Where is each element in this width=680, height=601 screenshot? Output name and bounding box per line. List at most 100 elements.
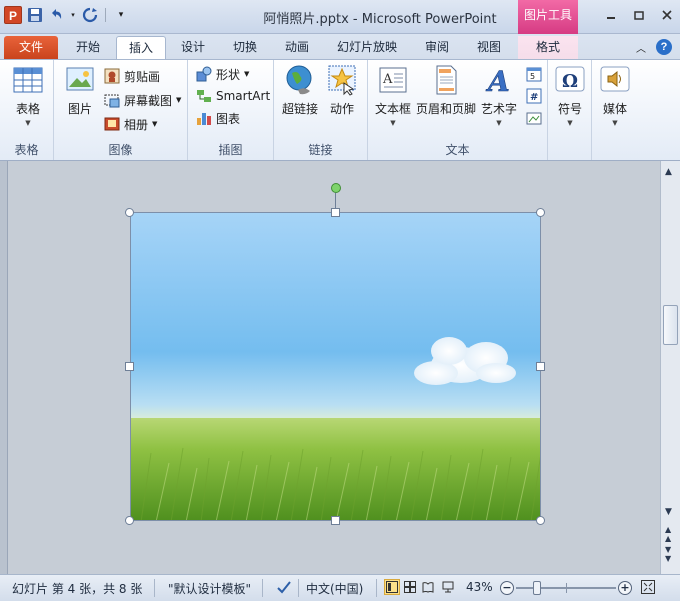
textbox-button[interactable]: A 文本框 ▼ — [372, 64, 414, 127]
smartart-button[interactable]: SmartArt — [196, 86, 270, 106]
status-separator — [262, 579, 263, 597]
tab-slideshow[interactable]: 幻灯片放映 — [328, 36, 406, 60]
shapes-button[interactable]: 形状 ▼ — [196, 64, 249, 84]
chart-button[interactable]: 图表 — [196, 108, 240, 128]
tab-design[interactable]: 设计 — [170, 36, 216, 60]
action-button[interactable]: 动作 — [324, 64, 360, 117]
resize-handle-bottom-right[interactable] — [536, 516, 545, 525]
date-time-icon[interactable]: 5 — [526, 66, 542, 82]
picture-button-label: 图片 — [67, 102, 92, 116]
language-indicator[interactable]: 中文(中国) — [306, 580, 363, 597]
meadow-sky-photo — [131, 213, 540, 520]
dropdown-arrow-icon: ▼ — [567, 119, 573, 127]
zoom-slider-midpoint — [566, 583, 567, 593]
tab-insert[interactable]: 插入 — [116, 36, 166, 60]
screenshot-icon — [104, 92, 120, 108]
shapes-label: 形状 — [216, 67, 241, 82]
spelling-check-icon[interactable] — [276, 579, 292, 595]
media-button[interactable]: 媒体 ▼ — [596, 64, 634, 127]
zoom-level[interactable]: 43% — [466, 580, 493, 594]
hyperlink-label: 超链接 — [281, 102, 318, 116]
action-star-icon — [326, 64, 358, 96]
clipart-button[interactable]: 剪贴画 — [104, 66, 160, 86]
scrollbar-thumb[interactable] — [663, 305, 678, 345]
help-icon[interactable]: ? — [656, 39, 672, 55]
dropdown-arrow-icon: ▼ — [152, 120, 158, 128]
screenshot-label: 屏幕截图 — [124, 93, 173, 108]
svg-text:A: A — [485, 65, 510, 96]
omega-symbol-icon: Ω — [554, 64, 586, 96]
minimize-icon[interactable] — [604, 8, 618, 22]
svg-text:5: 5 — [530, 72, 535, 81]
vertical-scrollbar[interactable]: ▲ ▼ ▲ ▲ ▼ ▼ — [660, 161, 680, 574]
tab-format[interactable]: 格式 — [518, 36, 578, 60]
table-button[interactable]: 表格 ▼ — [10, 64, 46, 127]
slide-counter: 幻灯片 第 4 张，共 8 张 — [12, 582, 143, 596]
textbox-icon: A — [377, 64, 409, 96]
hyperlink-globe-icon — [284, 64, 316, 96]
reading-view-icon[interactable] — [420, 579, 436, 595]
object-icon[interactable] — [526, 110, 542, 126]
wordart-label: 艺术字 — [480, 102, 517, 116]
tab-review[interactable]: 审阅 — [414, 36, 460, 60]
resize-handle-top-right[interactable] — [536, 208, 545, 217]
dropdown-arrow-icon: ▼ — [612, 119, 618, 127]
scroll-down-icon[interactable]: ▼ — [665, 507, 672, 517]
wordart-button[interactable]: A 艺术字 ▼ — [478, 64, 520, 127]
previous-slide-icon[interactable]: ▲ ▲ — [665, 525, 671, 543]
chart-label: 图表 — [216, 111, 241, 126]
smartart-label: SmartArt — [216, 89, 271, 103]
resize-handle-bottom-left[interactable] — [125, 516, 134, 525]
normal-view-icon[interactable] — [384, 579, 400, 595]
dropdown-arrow-icon: ▼ — [25, 119, 31, 127]
zoom-in-button[interactable]: + — [618, 581, 632, 595]
shapes-icon — [196, 66, 212, 82]
rotate-handle[interactable] — [331, 183, 341, 193]
group-tables: 表格 ▼ 表格 — [0, 60, 54, 160]
thumbnail-pane-edge[interactable] — [0, 161, 8, 574]
status-separator — [298, 579, 299, 597]
resize-handle-bottom[interactable] — [331, 516, 340, 525]
hyperlink-button[interactable]: 超链接 — [278, 64, 322, 117]
scroll-up-icon[interactable]: ▲ — [665, 167, 672, 177]
resize-handle-top[interactable] — [331, 208, 340, 217]
svg-text:Ω: Ω — [562, 71, 578, 92]
picture-icon — [64, 64, 96, 96]
restore-icon[interactable] — [632, 8, 646, 22]
tab-file[interactable]: 文件 — [4, 36, 58, 60]
collapse-ribbon-icon[interactable]: ︿ — [636, 40, 646, 55]
slide-number-icon[interactable]: # — [526, 88, 542, 104]
group-text: A 文本框 ▼ 页眉和页脚 A 艺术字 ▼ 5 # 文本 — [368, 60, 548, 160]
svg-text:#: # — [530, 92, 538, 103]
resize-handle-left[interactable] — [125, 362, 134, 371]
table-icon — [12, 64, 44, 96]
group-label-text: 文本 — [445, 143, 470, 157]
tab-animations[interactable]: 动画 — [274, 36, 320, 60]
zoom-out-button[interactable]: − — [500, 581, 514, 595]
header-footer-button[interactable]: 页眉和页脚 — [414, 64, 478, 117]
tab-home[interactable]: 开始 — [64, 36, 112, 60]
slide-sorter-view-icon[interactable] — [402, 579, 418, 595]
close-icon[interactable] — [660, 8, 674, 22]
photo-album-label: 相册 — [124, 117, 149, 132]
picture-button[interactable]: 图片 — [60, 64, 100, 117]
fit-to-window-icon[interactable] — [640, 579, 656, 595]
wordart-icon: A — [483, 64, 515, 99]
photo-album-icon — [104, 116, 120, 132]
tab-transitions[interactable]: 切换 — [222, 36, 268, 60]
slideshow-view-icon[interactable] — [440, 579, 456, 595]
resize-handle-top-left[interactable] — [125, 208, 134, 217]
next-slide-icon[interactable]: ▼ ▼ — [665, 545, 671, 563]
symbol-button[interactable]: Ω 符号 ▼ — [552, 64, 588, 127]
photo-album-button[interactable]: 相册 ▼ — [104, 114, 157, 134]
resize-handle-right[interactable] — [536, 362, 545, 371]
theme-name[interactable]: "默认设计模板" — [168, 580, 251, 597]
header-footer-icon — [430, 64, 462, 96]
textbox-label: 文本框 — [374, 102, 411, 116]
status-separator — [154, 579, 155, 597]
screenshot-button[interactable]: 屏幕截图 ▼ — [104, 90, 181, 110]
selected-picture[interactable] — [130, 212, 541, 521]
tab-view[interactable]: 视图 — [466, 36, 512, 60]
zoom-slider-thumb[interactable] — [533, 581, 541, 595]
title-bar: P ▾ ▾ 阿悄照片.pptx - Microsoft PowerPoint 图… — [0, 0, 680, 34]
